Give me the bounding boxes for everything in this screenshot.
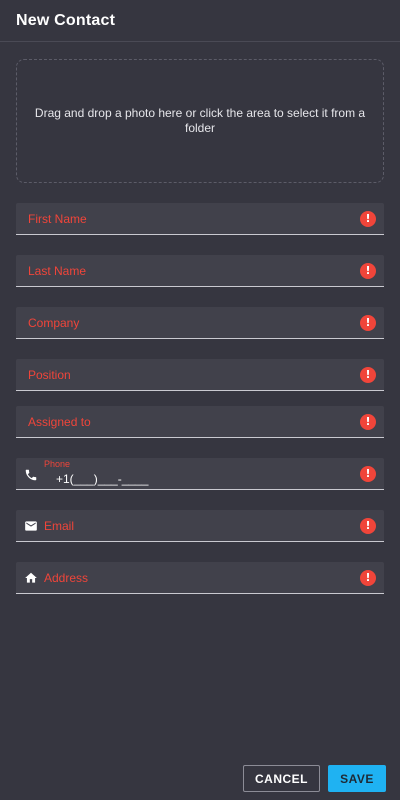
dialog-title: New Contact — [16, 11, 116, 29]
save-button[interactable]: SAVE — [328, 765, 386, 792]
address-label: Address — [44, 571, 89, 585]
phone-value: +1(___)___-____ — [56, 472, 149, 486]
error-icon: ! — [360, 211, 376, 227]
error-icon: ! — [360, 518, 376, 534]
phone-icon — [25, 469, 37, 481]
error-icon: ! — [360, 263, 376, 279]
last-name-label: Last Name — [28, 264, 87, 278]
cancel-button[interactable]: CANCEL — [243, 765, 320, 792]
assigned-to-field[interactable]: Assigned to ! — [16, 406, 384, 438]
dialog-header: New Contact — [0, 0, 400, 42]
first-name-field[interactable]: First Name ! — [16, 203, 384, 235]
phone-label: Phone — [44, 459, 71, 469]
email-label: Email — [44, 519, 75, 533]
error-icon: ! — [360, 414, 376, 430]
position-field[interactable]: Position ! — [16, 359, 384, 391]
error-icon: ! — [360, 367, 376, 383]
email-icon — [25, 521, 37, 531]
photo-dropzone[interactable]: Drag and drop a photo here or click the … — [16, 59, 384, 183]
email-field[interactable]: Email ! — [16, 510, 384, 542]
assigned-to-label: Assigned to — [28, 415, 91, 429]
phone-field[interactable]: Phone +1(___)___-____ ! — [16, 458, 384, 490]
error-icon: ! — [360, 315, 376, 331]
home-icon — [25, 572, 37, 583]
company-label: Company — [28, 316, 80, 330]
error-icon: ! — [360, 466, 376, 482]
error-icon: ! — [360, 570, 376, 586]
company-field[interactable]: Company ! — [16, 307, 384, 339]
photo-dropzone-hint: Drag and drop a photo here or click the … — [34, 106, 366, 135]
address-field[interactable]: Address ! — [16, 562, 384, 594]
first-name-label: First Name — [28, 212, 87, 226]
position-label: Position — [28, 368, 71, 382]
last-name-field[interactable]: Last Name ! — [16, 255, 384, 287]
new-contact-dialog: New Contact Drag and drop a photo here o… — [0, 0, 400, 800]
